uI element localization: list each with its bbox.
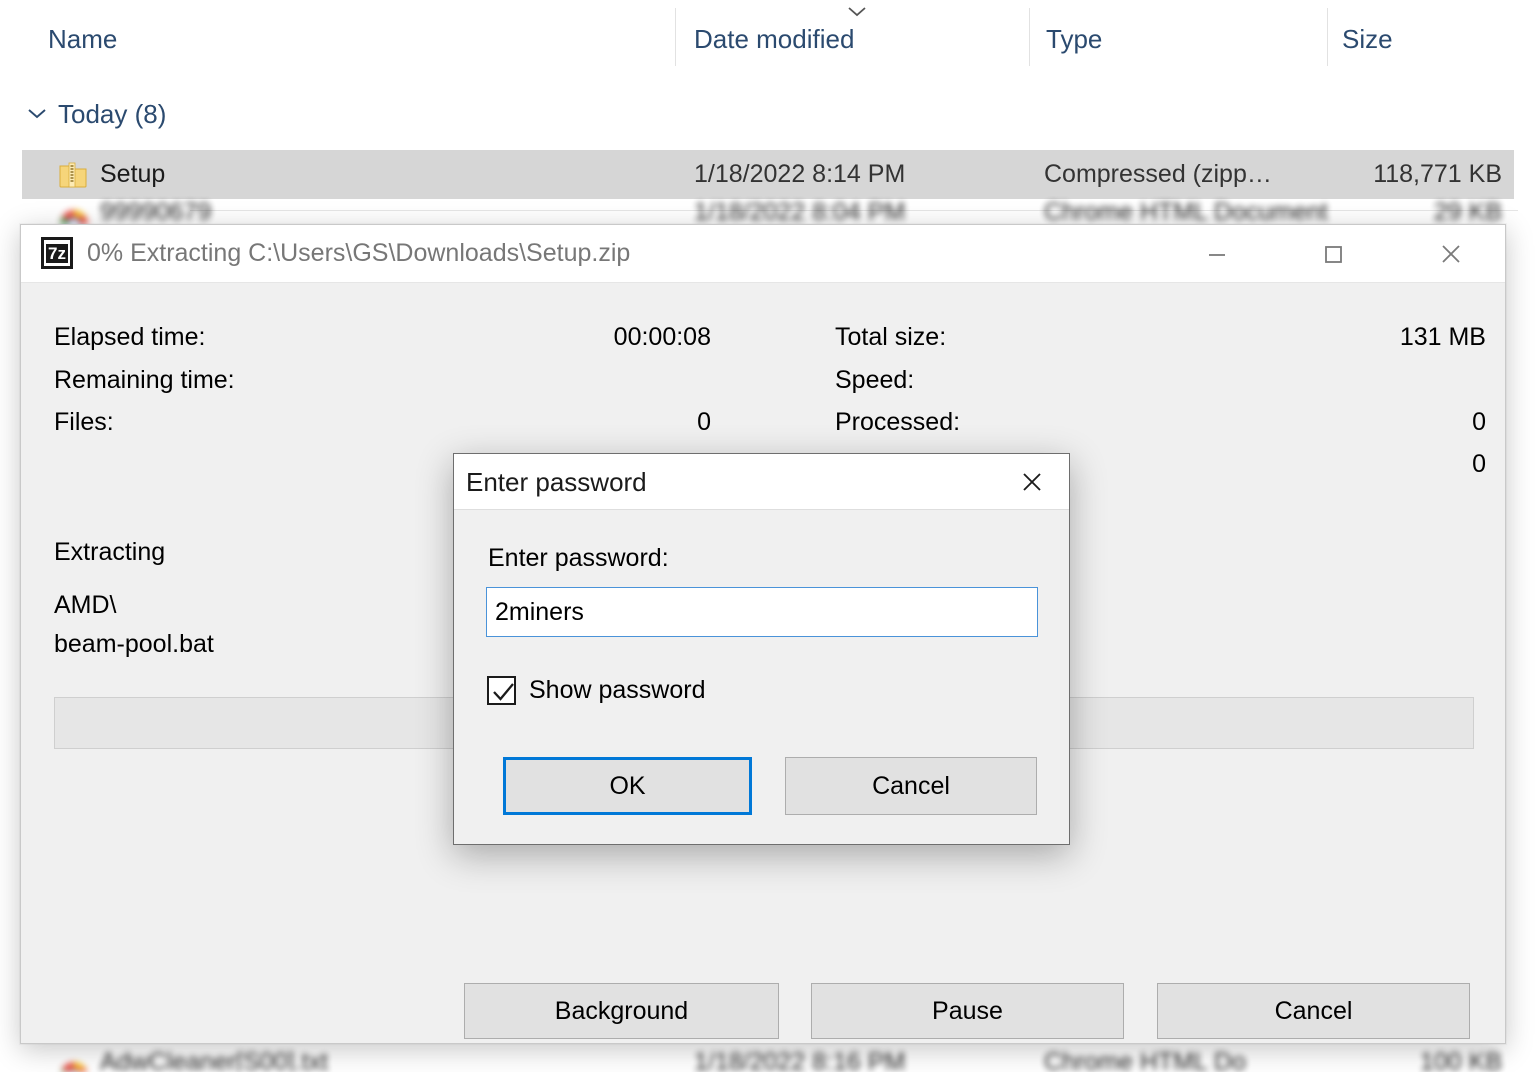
maximize-icon: [1320, 241, 1346, 267]
seven-zip-title-bar[interactable]: 7z 0% Extracting C:\Users\GS\Downloads\S…: [21, 225, 1505, 283]
password-dialog-close-button[interactable]: [1003, 454, 1061, 509]
close-button[interactable]: [1419, 225, 1483, 282]
checkbox-box[interactable]: [487, 676, 516, 705]
stat-value-total-size: 131 MB: [1131, 323, 1486, 352]
close-icon: [1017, 467, 1047, 497]
column-header-name[interactable]: Name: [48, 24, 117, 55]
table-row[interactable]: Setup 1/18/2022 8:14 PM Compressed (zipp…: [22, 150, 1514, 199]
zip-folder-icon: [58, 160, 88, 190]
group-label-today: Today (8): [58, 99, 166, 130]
cancel-button[interactable]: Cancel: [1157, 983, 1470, 1039]
column-divider[interactable]: [1029, 8, 1030, 66]
cell-date: 1/18/2022 8:04 PM: [694, 200, 905, 224]
chrome-icon: [58, 1060, 90, 1072]
cell-name: 99990679: [100, 200, 211, 224]
stat-label-files: Files:: [54, 408, 114, 437]
seven-zip-action-bar: Background Pause Cancel: [21, 983, 1505, 1043]
table-row[interactable]: AdwCleaner[S00].txt 1/18/2022 8:16 PM Ch…: [22, 1052, 1514, 1072]
cell-date: 1/18/2022 8:14 PM: [694, 160, 905, 189]
seven-zip-icon: 7z: [41, 237, 73, 269]
seven-zip-title: 0% Extracting C:\Users\GS\Downloads\Setu…: [87, 239, 630, 268]
show-password-checkbox[interactable]: Show password: [487, 676, 705, 705]
chevron-down-icon[interactable]: [26, 107, 48, 121]
column-divider[interactable]: [675, 8, 676, 66]
chevron-down-icon: [845, 4, 869, 20]
cell-date: 1/18/2022 8:16 PM: [694, 1052, 905, 1072]
maximize-button[interactable]: [1301, 225, 1365, 282]
stat-value-processed: 0: [1131, 408, 1486, 437]
password-field-label: Enter password:: [488, 544, 669, 573]
stat-label-elapsed-time: Elapsed time:: [54, 323, 205, 352]
password-dialog-title-bar[interactable]: Enter password: [454, 454, 1069, 510]
screen: Name Date modified Type Size Today (8): [0, 0, 1536, 1072]
cell-name: AdwCleaner[S00].txt: [100, 1052, 328, 1072]
chrome-icon: [58, 208, 90, 224]
enter-password-dialog: Enter password Enter password: 2miners S…: [453, 453, 1070, 845]
close-icon: [1437, 240, 1465, 268]
column-header-type[interactable]: Type: [1046, 24, 1102, 55]
table-row[interactable]: 99990679 1/18/2022 8:04 PM Chrome HTML D…: [22, 200, 1514, 224]
password-input[interactable]: 2miners: [486, 587, 1038, 637]
stat-label-total-size: Total size:: [835, 323, 946, 352]
pause-button[interactable]: Pause: [811, 983, 1124, 1039]
check-icon: [491, 681, 516, 704]
cell-size: 29 KB: [1202, 200, 1502, 224]
password-input-value: 2miners: [495, 598, 584, 627]
stat-label-processed: Processed:: [835, 408, 960, 437]
minimize-button[interactable]: [1185, 225, 1249, 282]
stat-label-remaining-time: Remaining time:: [54, 366, 235, 395]
background-button[interactable]: Background: [464, 983, 779, 1039]
stat-label-speed: Speed:: [835, 366, 914, 395]
stat-value-files: 0: [351, 408, 711, 437]
extracting-path-line2: beam-pool.bat: [54, 629, 214, 659]
cell-size: 118,771 KB: [1202, 160, 1502, 189]
stat-value-compressed: 0: [1131, 450, 1486, 479]
minimize-icon: [1204, 241, 1230, 267]
cell-size: 100 KB: [1202, 1052, 1502, 1072]
column-divider[interactable]: [1327, 8, 1328, 66]
extracting-path-line1: AMD\: [54, 590, 117, 620]
show-password-label: Show password: [529, 676, 705, 705]
ok-button[interactable]: OK: [503, 757, 752, 815]
column-header-date-modified[interactable]: Date modified: [694, 24, 854, 55]
cancel-button[interactable]: Cancel: [785, 757, 1037, 815]
column-header-size[interactable]: Size: [1342, 24, 1393, 55]
password-dialog-title: Enter password: [466, 467, 647, 498]
group-header-today[interactable]: [0, 94, 1536, 136]
explorer-column-header: Name Date modified Type Size: [0, 0, 1536, 72]
cell-name: Setup: [100, 160, 165, 189]
stat-value-elapsed-time: 00:00:08: [351, 323, 711, 352]
extracting-label: Extracting: [54, 538, 165, 567]
